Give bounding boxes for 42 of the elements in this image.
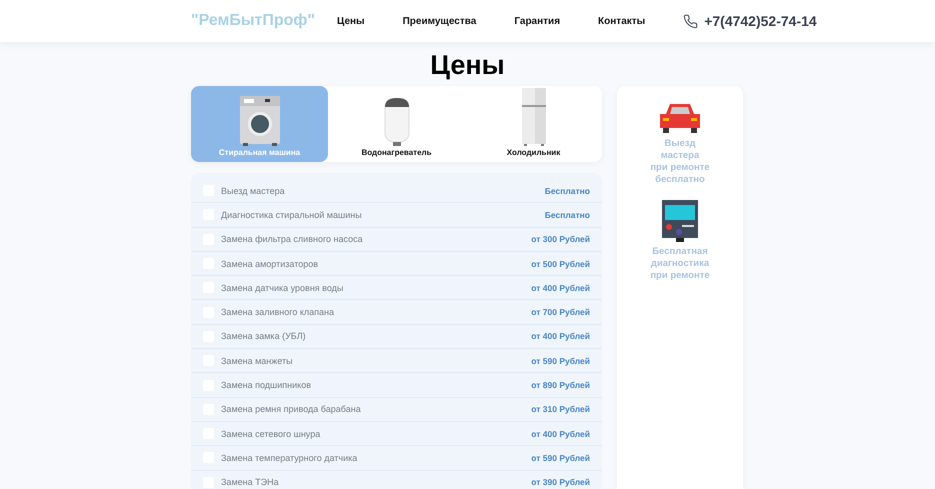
phone-number[interactable]: +7(4742)52-74-14: [704, 13, 817, 29]
service-name: Замена температурного датчика: [221, 452, 358, 463]
benefit-text: Выезд мастера при ремонте бесплатно: [650, 138, 710, 186]
service-name: Замена ремня привода барабана: [221, 404, 362, 414]
water-heater-icon: [384, 98, 410, 146]
service-name: Замена манжеты: [221, 356, 294, 366]
category-tab[interactable]: Водонагреватель: [328, 86, 465, 162]
category-tab[interactable]: Холодильник: [465, 86, 602, 162]
service-name: Диагностика стиральной машины: [221, 210, 363, 220]
service-name: Замена сетевого шнура: [221, 428, 322, 439]
nav-link[interactable]: Цены: [337, 16, 365, 26]
nav-link[interactable]: Гарантия: [514, 16, 560, 26]
service-name: Замена ТЭНа: [221, 477, 280, 488]
service-price: от 890 Рублей: [531, 380, 590, 390]
service-name: Замена замка (УБЛ): [221, 331, 307, 342]
washing-machine-icon: [238, 96, 280, 146]
service-price: от 590 Рублей: [531, 452, 590, 463]
page-title: Цены: [429, 49, 506, 81]
nav-link[interactable]: Преимущества: [402, 16, 476, 26]
service-price: от 590 Рублей: [531, 356, 590, 366]
service-price: от 310 Рублей: [531, 404, 590, 414]
service-name: Замена датчика уровня воды: [221, 282, 344, 293]
service-price: от 700 Рублей: [531, 307, 590, 318]
service-name: Замена подшипников: [221, 380, 312, 390]
service-price: от 400 Рублей: [531, 428, 590, 439]
service-price: от 400 Рублей: [531, 331, 590, 342]
service-price: от 400 Рублей: [531, 282, 590, 293]
service-price: Бесплатно: [544, 186, 590, 196]
refrigerator-icon: [520, 88, 546, 146]
car-icon: [658, 102, 702, 134]
service-name: Замена амортизаторов: [221, 258, 320, 269]
service-price: от 300 Рублей: [531, 234, 590, 244]
phone-icon: [683, 14, 698, 28]
service-name: Выезд мастера: [221, 186, 286, 196]
diagnostic-device-icon: [662, 200, 698, 242]
service-price: Бесплатно: [544, 210, 590, 220]
benefit-text: Бесплатная диагностика при ремонте: [650, 246, 710, 282]
service-price: от 500 Рублей: [531, 258, 590, 269]
service-name: Замена заливного клапана: [221, 307, 336, 318]
service-name: Замена фильтра сливного насоса: [221, 234, 364, 244]
nav-link[interactable]: Контакты: [598, 16, 646, 26]
service-price: от 390 Рублей: [531, 477, 590, 488]
